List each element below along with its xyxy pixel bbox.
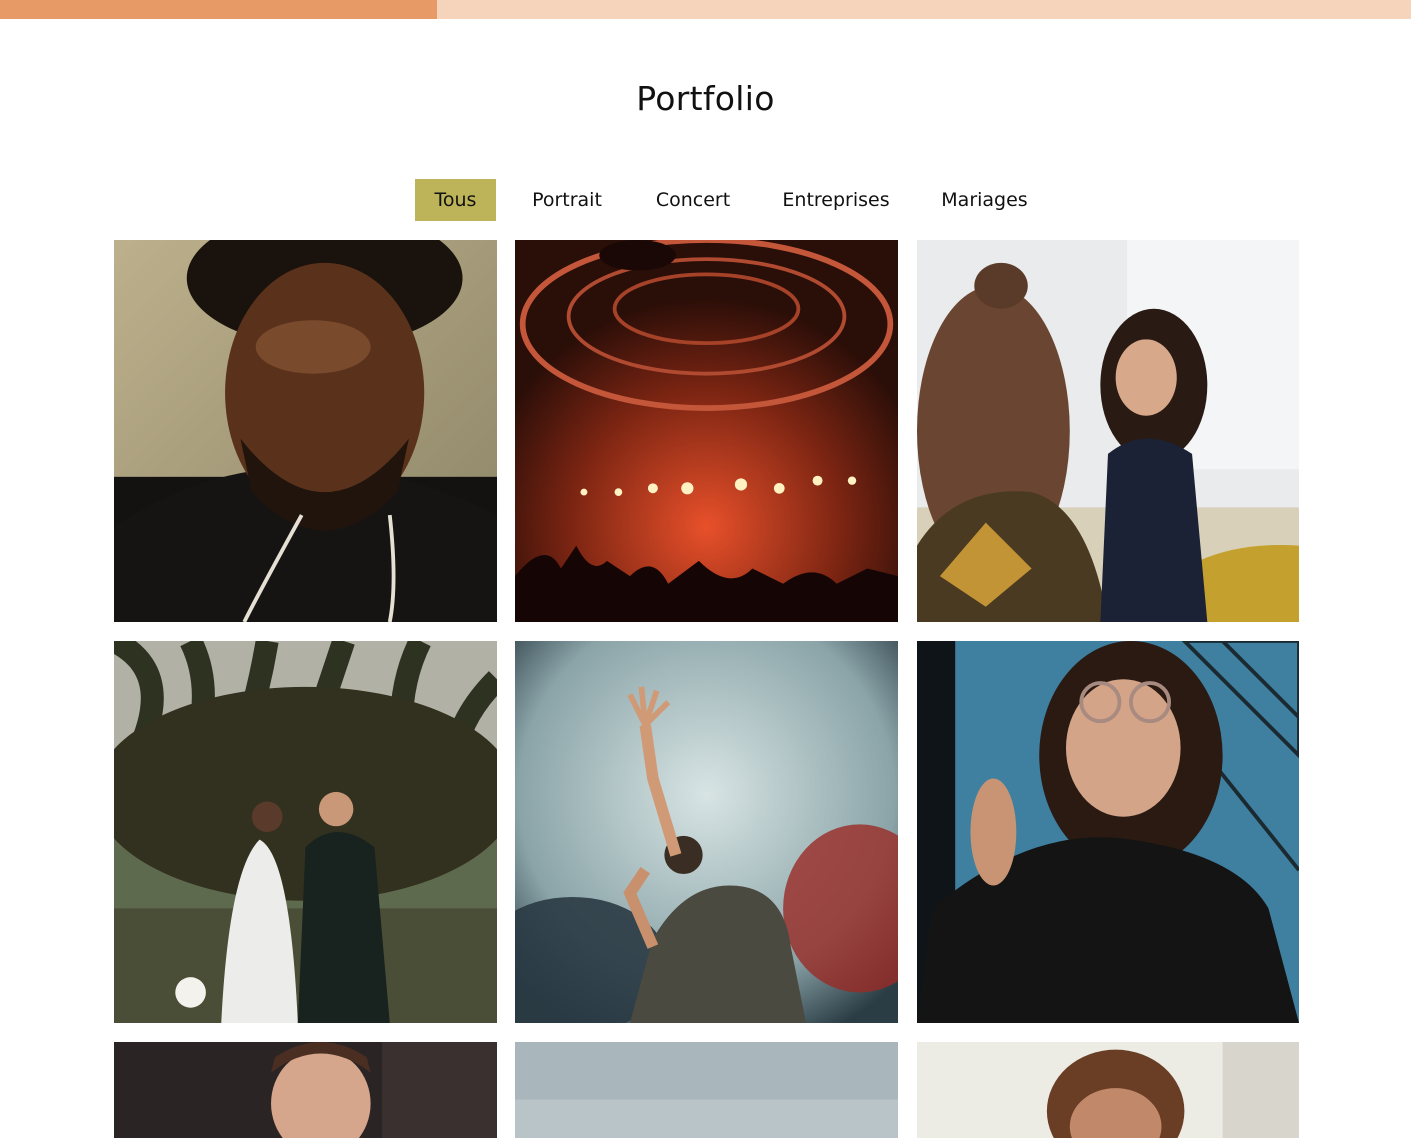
concert-singer-photo (515, 641, 898, 1023)
filter-mariages[interactable]: Mariages (928, 179, 1041, 221)
filter-bar: Tous Portrait Concert Entreprises Mariag… (0, 179, 1411, 221)
scroll-progress-fill (0, 0, 438, 19)
filter-concert[interactable]: Concert (640, 179, 746, 221)
gallery-image-business-meeting[interactable] (917, 240, 1299, 622)
filter-entreprises[interactable]: Entreprises (766, 179, 906, 221)
portrait-woman-photo (917, 641, 1299, 1023)
portrait-man-photo (114, 240, 497, 622)
gallery-image-concert-singer[interactable] (515, 641, 898, 1023)
concert-stage-photo (515, 240, 898, 622)
scroll-progress-bar (0, 0, 1411, 19)
smiling-woman-photo (917, 1042, 1299, 1138)
portrait-man-dark-photo (114, 1042, 497, 1138)
business-meeting-photo (917, 240, 1299, 622)
filter-tous[interactable]: Tous (415, 179, 496, 221)
wedding-couple-photo (114, 641, 497, 1023)
gallery-image-smiling-woman[interactable] (917, 1042, 1299, 1138)
gallery-image-portrait-man[interactable] (114, 240, 497, 622)
gallery-image-outdoor-sky[interactable] (515, 1042, 898, 1138)
gallery-image-wedding-couple[interactable] (114, 641, 497, 1023)
gallery-image-concert-stage[interactable] (515, 240, 898, 622)
outdoor-sky-photo (515, 1042, 898, 1138)
filter-portrait[interactable]: Portrait (517, 179, 617, 221)
gallery-image-portrait-man-dark[interactable] (114, 1042, 497, 1138)
page-title: Portfolio (636, 79, 775, 118)
gallery-image-portrait-woman[interactable] (917, 641, 1299, 1023)
